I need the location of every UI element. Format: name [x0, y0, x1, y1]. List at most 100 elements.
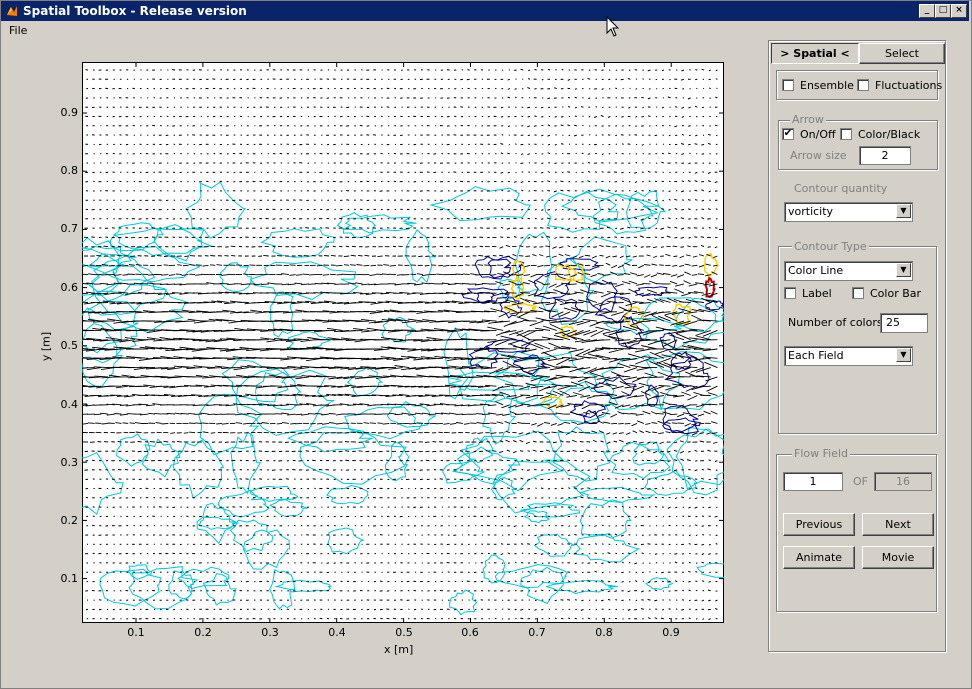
velocity-arrow	[422, 412, 430, 415]
minimize-button[interactable]: _	[919, 4, 935, 18]
velocity-arrow	[680, 458, 685, 462]
velocity-arrow	[607, 208, 611, 210]
velocity-arrow	[621, 143, 624, 145]
velocity-arrow	[560, 497, 564, 499]
velocity-arrow	[322, 422, 330, 425]
velocity-arrow	[135, 273, 142, 276]
velocity-arrow	[496, 375, 510, 378]
velocity-arrow	[513, 181, 517, 183]
title-bar[interactable]: Spatial Toolbox - Release version _ □ ×	[1, 1, 969, 21]
velocity-arrow	[708, 506, 711, 509]
velocity-arrow	[416, 311, 430, 314]
velocity-arrow	[661, 69, 665, 72]
velocity-arrow	[595, 181, 598, 183]
velocity-arrow	[519, 450, 524, 452]
velocity-arrow	[534, 534, 537, 537]
velocity-arrow	[580, 395, 591, 398]
velocity-arrow	[334, 320, 350, 323]
velocity-arrow	[617, 411, 624, 415]
velocity-arrow	[551, 255, 557, 258]
velocity-arrow	[654, 505, 658, 508]
velocity-arrow	[521, 525, 524, 527]
velocity-arrow	[588, 88, 591, 90]
velocity-arrow	[674, 497, 678, 499]
velocity-arrow	[615, 134, 618, 137]
velocity-arrow	[695, 534, 698, 537]
velocity-arrow	[528, 534, 531, 536]
velocity-arrow	[438, 431, 443, 434]
velocity-arrow	[688, 106, 691, 109]
velocity-arrow	[688, 125, 691, 127]
velocity-arrow	[329, 422, 336, 424]
velocity-arrow	[361, 376, 376, 379]
velocity-arrow	[704, 361, 718, 369]
velocity-arrow	[506, 227, 511, 230]
velocity-arrow	[605, 245, 611, 248]
velocity-arrow	[487, 326, 504, 331]
velocity-arrow	[97, 441, 102, 443]
velocity-arrow	[210, 264, 216, 266]
velocity-arrow	[418, 255, 423, 258]
velocity-arrow	[582, 524, 584, 527]
velocity-arrow	[161, 274, 169, 276]
contour-line	[482, 554, 506, 584]
velocity-arrow	[356, 264, 363, 266]
velocity-arrow	[520, 357, 537, 360]
velocity-arrow	[221, 274, 229, 276]
velocity-arrow	[567, 469, 571, 472]
velocity-arrow	[290, 422, 296, 425]
velocity-arrow	[507, 96, 511, 99]
velocity-arrow	[534, 524, 537, 527]
menu-file[interactable]: File	[9, 24, 27, 37]
velocity-arrow	[712, 441, 718, 444]
velocity-arrow	[515, 78, 517, 80]
velocity-arrow	[315, 413, 323, 415]
velocity-arrow	[638, 382, 651, 387]
velocity-arrow	[614, 505, 618, 508]
velocity-arrow	[638, 441, 644, 444]
velocity-arrow	[576, 413, 584, 416]
maximize-button[interactable]: □	[935, 4, 951, 18]
velocity-arrow	[624, 422, 631, 425]
velocity-arrow	[179, 357, 196, 359]
velocity-arrow	[476, 413, 484, 415]
velocity-arrow	[669, 413, 678, 416]
velocity-arrow	[605, 262, 611, 266]
close-button[interactable]: ×	[951, 4, 967, 18]
velocity-arrow	[676, 274, 685, 278]
velocity-arrow	[649, 376, 664, 379]
velocity-arrow	[527, 329, 544, 332]
velocity-arrow	[630, 272, 638, 276]
velocity-arrow	[93, 366, 109, 369]
velocity-arrow	[322, 320, 336, 323]
velocity-arrow	[459, 255, 464, 258]
velocity-arrow	[681, 180, 685, 183]
velocity-arrow	[396, 422, 403, 425]
velocity-arrow	[652, 246, 658, 249]
velocity-arrow	[392, 394, 403, 396]
velocity-arrow	[250, 309, 263, 313]
contour-line	[128, 566, 199, 610]
velocity-arrow	[673, 255, 678, 258]
velocity-arrow	[680, 246, 685, 248]
contour-line	[569, 400, 607, 419]
velocity-arrow	[547, 152, 551, 155]
velocity-arrow	[470, 422, 477, 424]
velocity-arrow	[695, 134, 698, 137]
contour-line	[274, 579, 332, 593]
velocity-arrow	[500, 143, 504, 145]
velocity-arrow	[692, 255, 698, 258]
velocity-arrow	[330, 254, 336, 257]
velocity-arrow	[560, 124, 564, 127]
velocity-arrow	[554, 87, 557, 90]
velocity-arrow	[598, 430, 604, 434]
velocity-arrow	[652, 431, 658, 434]
velocity-arrow	[673, 469, 678, 472]
velocity-arrow	[615, 209, 618, 211]
velocity-arrow	[527, 78, 531, 80]
velocity-arrow	[662, 199, 665, 202]
velocity-arrow	[504, 420, 511, 424]
velocity-arrow	[574, 106, 578, 109]
velocity-arrow	[599, 244, 604, 248]
velocity-arrow	[674, 208, 678, 210]
